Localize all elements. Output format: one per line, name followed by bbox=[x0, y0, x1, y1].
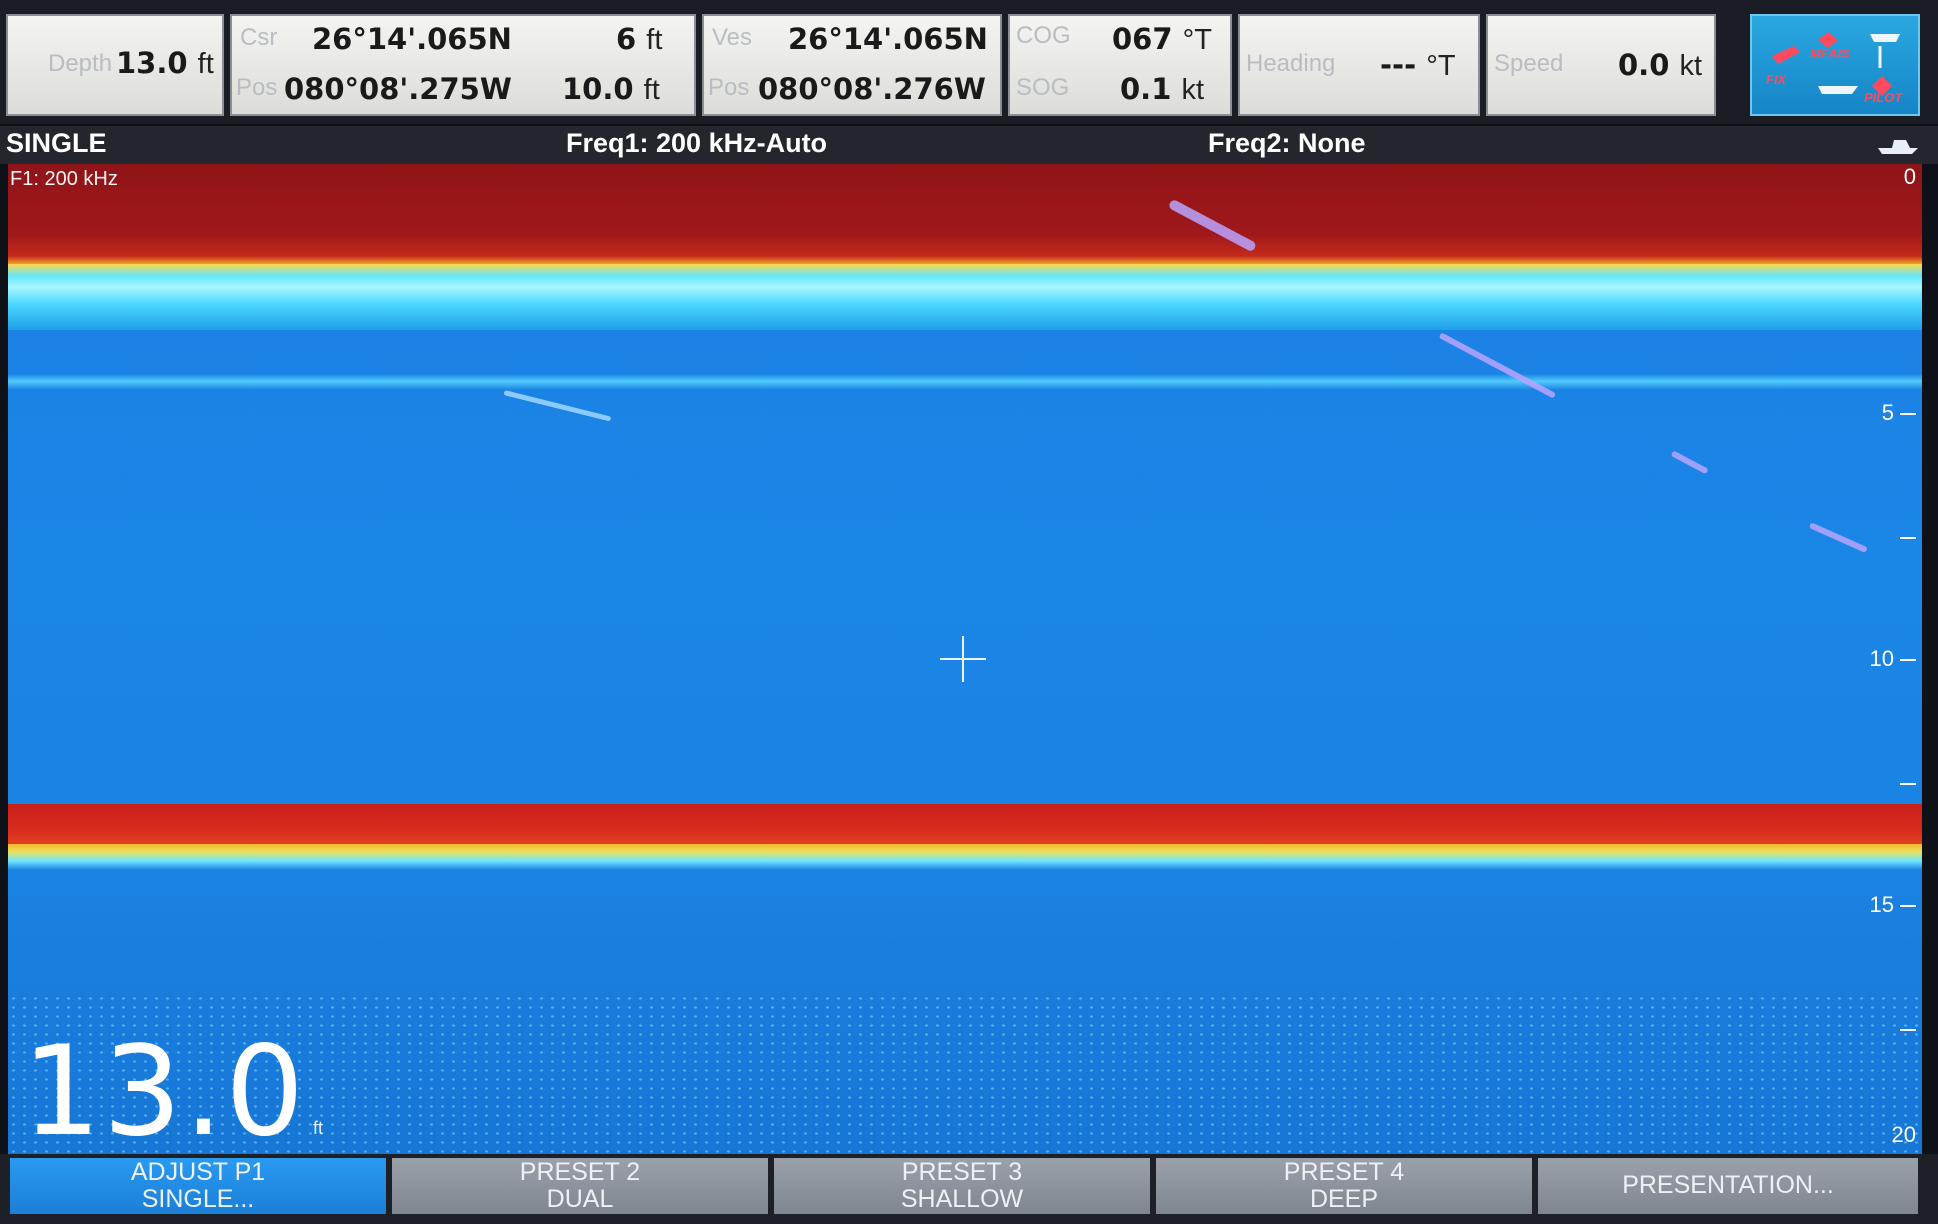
bottom-edge bbox=[8, 844, 1922, 870]
thermocline-line bbox=[8, 374, 1922, 390]
freq1-label: Freq1: 200 kHz-Auto bbox=[566, 128, 828, 158]
depth-tick-label: 10 bbox=[1869, 646, 1894, 671]
vessel-longitude: 080°08'.276W bbox=[758, 72, 986, 106]
bottom-return bbox=[8, 804, 1922, 844]
softkey-label: PRESET 2 bbox=[519, 1158, 641, 1186]
sog-label: SOG bbox=[1016, 74, 1070, 101]
data-bar: Depth 13.0 ft Csr 26°14'.065N 6 ft Pos 0… bbox=[0, 0, 1938, 124]
depth-tick-label: 0 bbox=[1903, 164, 1916, 189]
softkey-label: SHALLOW bbox=[900, 1185, 1024, 1213]
speed-box[interactable]: Speed 0.0 kt bbox=[1486, 14, 1716, 116]
csr-latitude: 26°14'.065N bbox=[312, 22, 512, 56]
softkey-label: SINGLE... bbox=[141, 1185, 255, 1213]
cog-label: COG bbox=[1016, 22, 1071, 49]
boat-icon bbox=[1772, 32, 1900, 96]
depth-tick-mark bbox=[1900, 783, 1916, 785]
csr-longitude: 080°08'.275W bbox=[284, 72, 512, 106]
depth-tick-mark bbox=[1900, 537, 1916, 539]
depth-tick-mark bbox=[1900, 413, 1916, 415]
depth-tick-label: 20 bbox=[1891, 1122, 1916, 1147]
cursor-crosshair[interactable] bbox=[940, 636, 986, 682]
speed-label: Speed bbox=[1494, 50, 1564, 77]
fish-arch bbox=[503, 390, 612, 422]
fish-arch bbox=[1670, 450, 1709, 475]
speed-value: 0.0 kt bbox=[1618, 48, 1703, 82]
softkey-preset-2[interactable]: PRESET 2 DUAL bbox=[392, 1158, 768, 1214]
mode-icons-panel[interactable]: FIX MFAIS PILOT bbox=[1750, 14, 1920, 116]
softkey-presentation[interactable]: PRESENTATION... bbox=[1538, 1158, 1918, 1214]
surface-return bbox=[8, 164, 1922, 264]
cursor-box[interactable]: Csr 26°14'.065N 6 ft Pos 080°08'.275W 10… bbox=[230, 14, 696, 116]
cog-value: 067 °T bbox=[1112, 22, 1212, 56]
depth-box[interactable]: Depth 13.0 ft bbox=[6, 14, 224, 116]
depth-tick-mark bbox=[1900, 1029, 1916, 1031]
softkey-label: PRESET 3 bbox=[901, 1158, 1023, 1186]
softkey-label: DUAL bbox=[546, 1185, 614, 1213]
depth-value: 13.0 ft bbox=[116, 46, 214, 80]
softkey-preset-4[interactable]: PRESET 4 DEEP bbox=[1156, 1158, 1532, 1214]
depth-tick-label: 5 bbox=[1881, 400, 1894, 425]
heading-box[interactable]: Heading --- °T bbox=[1238, 14, 1480, 116]
channel-label: F1: 200 kHz bbox=[10, 168, 118, 190]
heading-value: --- °T bbox=[1380, 48, 1456, 82]
vessel-position-box[interactable]: Ves 26°14'.065N Pos 080°08'.276W bbox=[702, 14, 1002, 116]
softkey-label: DEEP bbox=[1309, 1185, 1379, 1213]
softkey-label: ADJUST P1 bbox=[130, 1158, 266, 1186]
vessel-latitude: 26°14'.065N bbox=[788, 22, 988, 56]
freq2-label: Freq2: None bbox=[1208, 128, 1366, 158]
softkey-label: PRESET 4 bbox=[1283, 1158, 1405, 1186]
heading-label: Heading bbox=[1246, 50, 1336, 77]
cog-sog-box[interactable]: COG 067 °T SOG 0.1 kt bbox=[1008, 14, 1232, 116]
depth-label: Depth bbox=[48, 50, 113, 77]
csr-depth: 6 ft bbox=[616, 22, 663, 56]
ves-pos-label: Pos bbox=[708, 74, 750, 101]
csr-label: Csr bbox=[240, 24, 278, 51]
current-depth-readout: 13.0 bbox=[22, 1020, 307, 1164]
current-depth-unit: ft bbox=[313, 1118, 324, 1138]
depth-tick-mark bbox=[1900, 659, 1916, 661]
depth-scale: 0 5 10 15 20 bbox=[1846, 164, 1916, 1154]
depth-tick-label: 15 bbox=[1869, 892, 1894, 917]
sonar-display: Depth 13.0 ft Csr 26°14'.065N 6 ft Pos 0… bbox=[0, 0, 1938, 1224]
csr-range: 10.0 ft bbox=[562, 72, 660, 106]
softkey-label: PRESENTATION... bbox=[1622, 1171, 1834, 1199]
depth-tick-mark bbox=[1900, 905, 1916, 907]
csr-pos-label: Pos bbox=[236, 74, 278, 101]
surface-clutter-band bbox=[8, 264, 1922, 330]
mode-strip: SINGLE Freq1: 200 kHz-Auto Freq2: None bbox=[0, 126, 1938, 164]
softkey-adjust-p1[interactable]: ADJUST P1 SINGLE... bbox=[10, 1158, 386, 1214]
sounder-mode: SINGLE bbox=[6, 128, 107, 158]
softkey-preset-3[interactable]: PRESET 3 SHALLOW bbox=[774, 1158, 1150, 1214]
ves-label: Ves bbox=[712, 24, 753, 51]
sog-value: 0.1 kt bbox=[1120, 72, 1205, 106]
vessel-icon bbox=[1878, 140, 1918, 154]
